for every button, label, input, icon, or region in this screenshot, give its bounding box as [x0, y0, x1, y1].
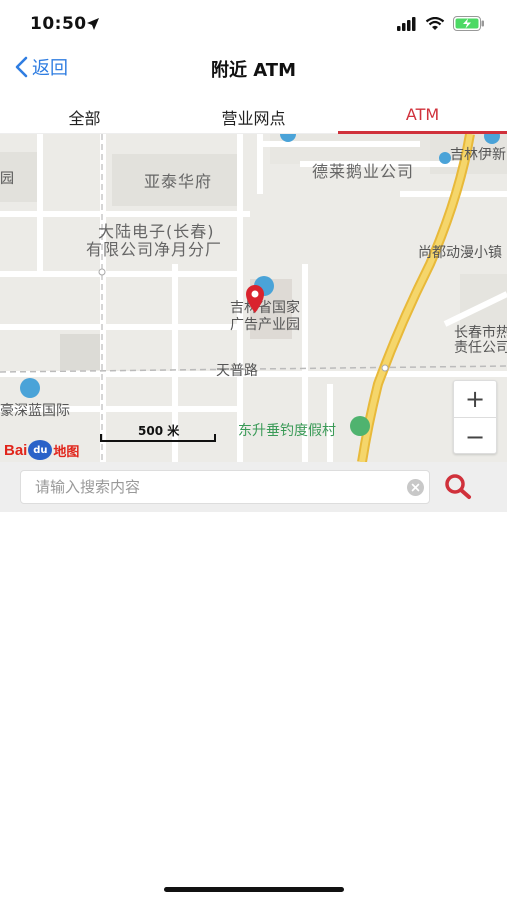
- map-label-dalu-2: 有限公司净月分厂: [86, 240, 223, 259]
- clear-icon[interactable]: [407, 479, 424, 496]
- home-indicator: [164, 887, 344, 892]
- map-label-yatai: 亚泰华府: [144, 172, 213, 191]
- page-title: 附近 ATM: [211, 60, 296, 81]
- map-label-edge-left: 园: [0, 171, 14, 187]
- cellular-signal-icon: [397, 16, 416, 31]
- logo-text-map: 地图: [53, 444, 80, 460]
- tab-all[interactable]: 全部: [0, 92, 169, 133]
- baidu-map-logo: Bai du 地图: [4, 440, 79, 460]
- tab-atm[interactable]: ATM: [338, 92, 507, 134]
- zoom-control: + −: [453, 380, 497, 454]
- map-label-park-2: 广告产业园: [230, 317, 300, 333]
- map-label-jilinyixin: 吉林伊新: [450, 147, 506, 163]
- logo-text-du: du: [28, 440, 53, 460]
- screen: 10:50 返回 附近 ATM 全部 营业网点 ATM 亚泰华府 园 德莱鹅业公…: [0, 0, 507, 900]
- close-icon: [411, 483, 420, 492]
- search-input[interactable]: [20, 470, 430, 504]
- wifi-icon: [425, 16, 445, 30]
- battery-charging-icon: [453, 16, 484, 31]
- location-arrow-icon: [87, 18, 99, 30]
- status-time: 10:50: [30, 14, 87, 34]
- map-label-dongsheng: 东升垂钓度假村: [238, 423, 336, 439]
- logo-text-bai: Bai: [4, 441, 28, 459]
- status-icons: [397, 16, 485, 31]
- map-label-haoshen: 豪深蓝国际: [0, 403, 70, 419]
- search-bar: [0, 462, 507, 512]
- location-pin-icon[interactable]: [244, 284, 266, 314]
- map-label-delai: 德莱鹅业公司: [312, 162, 415, 181]
- search-icon[interactable]: [441, 472, 475, 502]
- navigation-bar: 返回 附近 ATM: [0, 48, 507, 90]
- zoom-out-button[interactable]: −: [454, 418, 496, 455]
- map-scale-bar: [100, 434, 216, 442]
- map-label-changchun-2: 责任公司: [454, 340, 507, 356]
- map-label-shangdu: 尚都动漫小镇: [418, 245, 502, 261]
- map-view[interactable]: 亚泰华府 园 德莱鹅业公司 吉林伊新 大陆电子(长春) 有限公司净月分厂 尚都动…: [0, 134, 507, 462]
- map-label-tianpu-road: 天普路: [216, 363, 258, 379]
- tab-branches[interactable]: 营业网点: [169, 92, 338, 133]
- status-bar: 10:50: [0, 0, 507, 48]
- zoom-in-button[interactable]: +: [454, 381, 496, 418]
- tab-bar: 全部 营业网点 ATM: [0, 92, 507, 134]
